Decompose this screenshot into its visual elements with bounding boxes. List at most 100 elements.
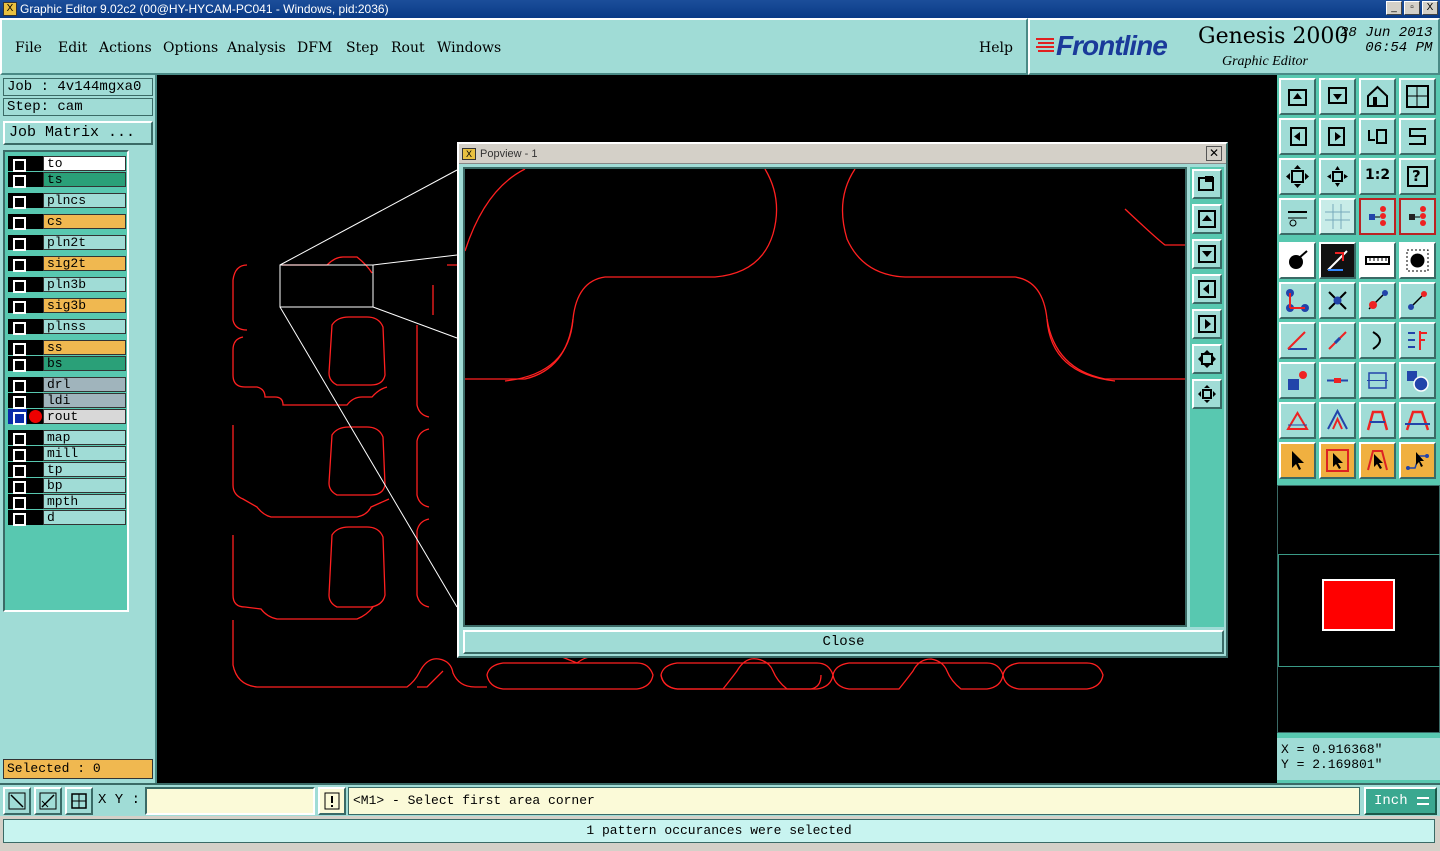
tool-ruler[interactable] [1359, 242, 1396, 279]
layer-row-rout[interactable]: rout [8, 409, 126, 425]
tool-triangle-red[interactable] [1279, 402, 1316, 439]
layer-row-drl[interactable]: drl [8, 377, 126, 393]
tool-redraw[interactable] [1399, 118, 1436, 155]
layer-checkbox[interactable] [8, 377, 27, 393]
tool-pan-left[interactable] [1279, 118, 1316, 155]
alert-button[interactable] [318, 787, 346, 815]
layer-row-ss[interactable]: ss [8, 340, 126, 356]
tool-pan-down[interactable] [1319, 78, 1356, 115]
snap-mode-button[interactable] [3, 787, 31, 815]
tool-arch[interactable] [1359, 402, 1396, 439]
menu-file[interactable]: File [15, 40, 42, 56]
layer-name[interactable]: mill [43, 446, 126, 461]
menu-windows[interactable]: Windows [437, 40, 501, 56]
tool-snap-off[interactable] [1399, 198, 1436, 235]
job-matrix-button[interactable]: Job Matrix ... [3, 121, 153, 145]
tool-trace[interactable] [1319, 362, 1356, 399]
layer-checkbox[interactable] [8, 462, 27, 478]
layer-row-map[interactable]: map [8, 430, 126, 446]
layer-name[interactable]: pln2t [43, 235, 126, 250]
layer-checkbox[interactable] [8, 393, 27, 409]
layer-name[interactable]: sig3b [43, 298, 126, 313]
menu-dfm[interactable]: DFM [297, 40, 332, 56]
minimize-button[interactable]: _ [1386, 1, 1402, 15]
tool-pan-up[interactable] [1279, 78, 1316, 115]
layer-checkbox[interactable] [8, 156, 27, 172]
popview-zoom-view[interactable] [463, 167, 1187, 627]
layer-row-mill[interactable]: mill [8, 446, 126, 462]
popview-close-button[interactable]: Close [463, 630, 1224, 654]
tool-triangle-blue[interactable] [1319, 402, 1356, 439]
layer-name[interactable]: bs [43, 356, 126, 371]
layer-name[interactable]: to [43, 156, 126, 171]
popview-pan-down-button[interactable] [1192, 239, 1222, 269]
tool-home[interactable] [1359, 78, 1396, 115]
layer-name[interactable]: d [43, 510, 126, 525]
layer-name[interactable]: tp [43, 462, 126, 477]
tool-select-area[interactable] [1359, 442, 1396, 479]
menu-actions[interactable]: Actions [99, 40, 152, 56]
layer-row-plnss[interactable]: plnss [8, 319, 126, 335]
tool-diagonal[interactable] [1319, 322, 1356, 359]
tool-pad-select[interactable] [1399, 242, 1436, 279]
tool-settings[interactable] [1279, 198, 1316, 235]
menu-analysis[interactable]: Analysis [227, 40, 286, 56]
layer-checkbox[interactable] [8, 409, 27, 425]
popview-pan-up-button[interactable] [1192, 204, 1222, 234]
layer-name[interactable]: ss [43, 340, 126, 355]
menu-step[interactable]: Step [346, 40, 378, 56]
layer-name[interactable]: ldi [43, 393, 126, 408]
layer-name[interactable]: ts [43, 172, 126, 187]
layer-checkbox[interactable] [8, 478, 27, 494]
layer-name[interactable]: bp [43, 478, 126, 493]
layer-checkbox[interactable] [8, 277, 27, 293]
layer-checkbox[interactable] [8, 494, 27, 510]
overview-map[interactable] [1277, 485, 1440, 733]
layer-checkbox[interactable] [8, 446, 27, 462]
layer-name[interactable]: plncs [43, 193, 126, 208]
tool-zoom-fit[interactable] [1279, 158, 1316, 195]
layer-row-pln2t[interactable]: pln2t [8, 235, 126, 251]
menu-rout[interactable]: Rout [391, 40, 425, 56]
layer-name[interactable]: sig2t [43, 256, 126, 271]
layer-row-ldi[interactable]: ldi [8, 393, 126, 409]
layer-row-sig3b[interactable]: sig3b [8, 298, 126, 314]
tool-snap-on[interactable] [1359, 198, 1396, 235]
layer-checkbox[interactable] [8, 510, 27, 526]
menu-edit[interactable]: Edit [58, 40, 87, 56]
popview-close-icon[interactable]: ✕ [1206, 146, 1222, 161]
popview-pan-left-button[interactable] [1192, 274, 1222, 304]
layer-row-mpth[interactable]: mpth [8, 494, 126, 510]
tool-line-point[interactable] [1399, 282, 1436, 319]
layer-row-to[interactable]: to [8, 156, 126, 172]
layer-name[interactable]: map [43, 430, 126, 445]
snap-grid-button[interactable] [65, 787, 93, 815]
layer-name[interactable]: rout [43, 409, 126, 424]
tool-dimension[interactable] [1359, 362, 1396, 399]
tool-pad-shape[interactable] [1279, 242, 1316, 279]
layer-row-bp[interactable]: bp [8, 478, 126, 494]
layer-checkbox[interactable] [8, 298, 27, 314]
tool-shapes[interactable] [1399, 362, 1436, 399]
layer-name[interactable]: plnss [43, 319, 126, 334]
tool-arch-wide[interactable] [1399, 402, 1436, 439]
tool-zoom-area[interactable] [1399, 78, 1436, 115]
units-dropdown[interactable]: Inch [1364, 787, 1437, 815]
tool-pan-right[interactable] [1319, 118, 1356, 155]
tool-measure-angle[interactable] [1319, 242, 1356, 279]
maximize-button[interactable]: ▫ [1404, 1, 1420, 15]
layer-row-sig2t[interactable]: sig2t [8, 256, 126, 272]
popview-zoom-fit-button[interactable] [1192, 379, 1222, 409]
layer-checkbox[interactable] [8, 430, 27, 446]
tool-undo-view[interactable] [1359, 118, 1396, 155]
layer-row-pln3b[interactable]: pln3b [8, 277, 126, 293]
layer-row-bs[interactable]: bs [8, 356, 126, 372]
tool-select-pointer[interactable] [1279, 442, 1316, 479]
snap-intersect-button[interactable] [34, 787, 62, 815]
tool-zoom-center[interactable] [1319, 158, 1356, 195]
layer-checkbox[interactable] [8, 235, 27, 251]
tool-cross[interactable] [1319, 282, 1356, 319]
layer-row-ts[interactable]: ts [8, 172, 126, 188]
popview-pan-right-button[interactable] [1192, 309, 1222, 339]
layer-checkbox[interactable] [8, 340, 27, 356]
